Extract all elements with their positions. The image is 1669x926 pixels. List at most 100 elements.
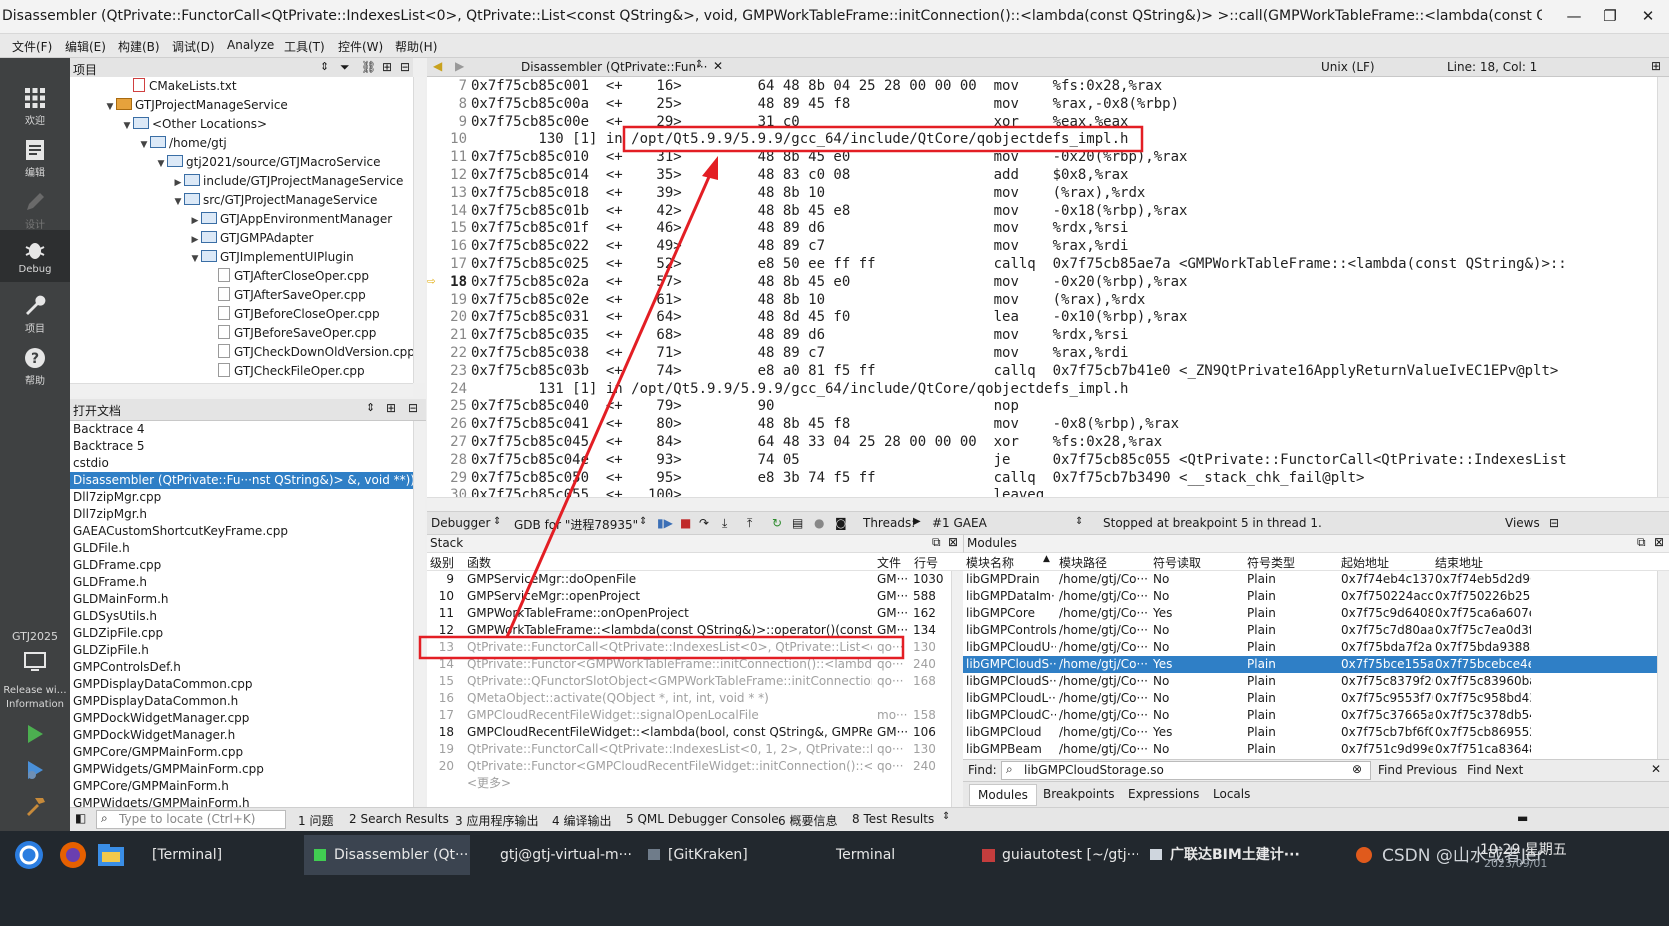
task-disassembler[interactable]: Disassembler (Qt··· bbox=[304, 835, 470, 875]
deepin-launcher-icon[interactable] bbox=[14, 840, 44, 870]
project-tree-hscroll[interactable] bbox=[70, 383, 413, 397]
thread-dropdown-icon[interactable]: ⇕ bbox=[1075, 516, 1083, 527]
disassembly-line[interactable]: 0x7f75cb85c018 <+ 39> 48 8b 10 mov (%rax… bbox=[471, 185, 1657, 203]
sort-icon[interactable]: ⇕ bbox=[320, 60, 329, 73]
tree-item[interactable]: ▼ <Other Locations> bbox=[121, 115, 267, 134]
open-document-item[interactable]: GMPDockWidgetManager.h bbox=[70, 727, 413, 744]
disassembly-line[interactable]: 0x7f75cb85c00e <+ 29> 31 c0 xor %eax,%ea… bbox=[471, 114, 1657, 132]
mode-help[interactable]: ? 帮助 bbox=[0, 346, 70, 387]
progress-icon[interactable]: ▬ bbox=[1517, 811, 1528, 825]
kit-selector[interactable] bbox=[0, 650, 70, 676]
tree-item[interactable]: GTJBeforeCloseOper.cpp bbox=[206, 305, 380, 324]
disassembly-line[interactable]: 0x7f75cb85c050 <+ 95> e8 3b 74 f5 ff cal… bbox=[471, 470, 1657, 488]
disassembly-line[interactable]: 0x7f75cb85c04e <+ 93> 74 05 je 0x7f75cb8… bbox=[471, 452, 1657, 470]
menu-edit[interactable]: 编辑(E) bbox=[65, 38, 106, 55]
menu-build[interactable]: 构建(B) bbox=[118, 38, 160, 55]
close-pane-icon[interactable]: ⊟ bbox=[408, 401, 418, 415]
open-document-item[interactable]: Dll7zipMgr.cpp bbox=[70, 489, 413, 506]
more-panes-icon[interactable]: ⇕ bbox=[942, 811, 950, 822]
output-pane-issues[interactable]: 1 问题 bbox=[298, 812, 333, 829]
link-icon[interactable]: ⛓ bbox=[361, 60, 376, 74]
stack-frame-row[interactable]: <更多> bbox=[427, 775, 951, 792]
views-menu-icon[interactable]: ⊟ bbox=[1549, 516, 1559, 530]
task-ssh[interactable]: gtj@gtj-virtual-m··· bbox=[474, 835, 636, 875]
stack-frame-row[interactable]: 12 GMPWorkTableFrame::<lambda(const QStri… bbox=[427, 622, 951, 639]
debugger-mode[interactable]: Debugger bbox=[431, 516, 490, 530]
open-document-item[interactable]: Backtrace 5 bbox=[70, 438, 413, 455]
module-row[interactable]: libGMPCloudS···/home/gtj/Co··· No Plain 0x7… bbox=[963, 673, 1657, 690]
tree-item[interactable]: GTJCheckFileOper.cpp bbox=[206, 362, 365, 381]
camera-icon[interactable]: ◙ bbox=[835, 516, 847, 530]
module-row[interactable]: libGMPControls/home/gtj/Co··· No Plain 0x7f… bbox=[963, 622, 1657, 639]
expanded-arrow-icon[interactable]: ▼ bbox=[138, 136, 150, 155]
run-button[interactable] bbox=[0, 722, 70, 748]
expanded-arrow-icon[interactable]: ▼ bbox=[172, 193, 184, 212]
output-pane-qml[interactable]: 5 QML Debugger Console bbox=[626, 812, 779, 826]
tree-item[interactable]: ▶ include/GTJProjectManageService bbox=[172, 172, 403, 191]
debug-run-button[interactable] bbox=[0, 758, 70, 784]
module-row[interactable]: libGMPDataIm···/home/gtj/Co··· No Plain 0x7… bbox=[963, 588, 1657, 605]
open-document-item[interactable]: GAEACustomShortcutKeyFrame.cpp bbox=[70, 523, 413, 540]
col-symbols-type[interactable]: 符号类型 bbox=[1247, 554, 1295, 571]
open-document-item[interactable]: GMPWidgets/GMPMainForm.cpp bbox=[70, 761, 413, 778]
col-level[interactable]: 级别 bbox=[430, 554, 454, 571]
stack-frame-row[interactable]: 14 QtPrivate::Functor<GMPWorkTableFrame::… bbox=[427, 656, 951, 673]
open-document-item[interactable]: GLDZipFile.cpp bbox=[70, 625, 413, 642]
views-button[interactable]: Views bbox=[1505, 516, 1540, 530]
mode-debug[interactable]: Debug bbox=[0, 230, 70, 282]
stop-icon[interactable]: ■ bbox=[680, 516, 691, 530]
split-icon[interactable]: ⊞ bbox=[386, 401, 396, 415]
find-input[interactable]: ⌕ libGMPCloudStorage.so ⊗ bbox=[1001, 761, 1371, 780]
disassembler-editor[interactable]: 7 0x7f75cb85c001 <+ 16> 64 48 8b 04 25 28… bbox=[427, 77, 1669, 503]
minimize-button[interactable]: — bbox=[1556, 4, 1592, 28]
record-icon[interactable]: ● bbox=[814, 516, 824, 530]
split-editor-icon[interactable]: ⊞ bbox=[1651, 59, 1661, 73]
col-start-address[interactable]: 起始地址 bbox=[1341, 554, 1389, 571]
disassembly-line[interactable]: 0x7f75cb85c02a <+ 57> 48 8b 45 e0 mov -0… bbox=[471, 274, 1657, 292]
disassembly-line[interactable]: 0x7f75cb85c025 <+ 52> e8 50 ee ff ff cal… bbox=[471, 256, 1657, 274]
tree-item[interactable]: ▼ GTJProjectManageService bbox=[104, 96, 288, 115]
col-module-name[interactable]: 模块名称 bbox=[966, 554, 1014, 571]
output-pane-compile[interactable]: 4 编译输出 bbox=[552, 812, 611, 829]
task-terminal-1[interactable]: [Terminal] bbox=[138, 835, 300, 875]
col-function[interactable]: 函数 bbox=[467, 554, 491, 571]
mode-edit[interactable]: 编辑 bbox=[0, 138, 70, 179]
task-gitkraken[interactable]: [GitKraken] bbox=[640, 835, 802, 875]
output-pane-tests[interactable]: 8 Test Results bbox=[852, 812, 934, 826]
disassembly-line[interactable]: 0x7f75cb85c010 <+ 31> 48 8b 45 e0 mov -0… bbox=[471, 149, 1657, 167]
menu-widgets[interactable]: 控件(W) bbox=[338, 38, 383, 55]
close-pane-icon[interactable]: ⊟ bbox=[400, 60, 410, 74]
disassembly-line[interactable]: 0x7f75cb85c03b <+ 74> e8 a0 81 f5 ff cal… bbox=[471, 363, 1657, 381]
float-icon[interactable]: ⧉ bbox=[1637, 535, 1646, 550]
engine-dropdown-icon[interactable]: ⇕ bbox=[639, 516, 647, 527]
expanded-arrow-icon[interactable]: ▼ bbox=[189, 250, 201, 269]
tab-modules[interactable]: Modules bbox=[969, 784, 1037, 806]
firefox-icon[interactable] bbox=[58, 840, 88, 870]
expanded-arrow-icon[interactable]: ▼ bbox=[155, 155, 167, 174]
disassembly-line[interactable]: 0x7f75cb85c001 <+ 16> 64 48 8b 04 25 28 … bbox=[471, 78, 1657, 96]
tree-item[interactable]: ▶ GTJGMPAdapter bbox=[189, 229, 313, 248]
tree-item[interactable]: GTJAfterSaveOper.cpp bbox=[206, 286, 366, 305]
locator-input[interactable]: ⌕ Type to locate (Ctrl+K) bbox=[96, 810, 286, 829]
tab-dropdown-icon[interactable]: ⇕ bbox=[695, 59, 703, 70]
col-end-address[interactable]: 结束地址 bbox=[1435, 554, 1483, 571]
tray-icon[interactable] bbox=[1356, 847, 1372, 863]
stack-scrollbar[interactable] bbox=[951, 571, 963, 807]
float-icon[interactable]: ⧉ bbox=[932, 535, 941, 550]
col-module-path[interactable]: 模块路径 bbox=[1059, 554, 1107, 571]
toggle-sidebar-icon[interactable]: ◧ bbox=[75, 811, 86, 825]
output-pane-general[interactable]: 6 概要信息 bbox=[778, 812, 837, 829]
open-document-item[interactable]: GMPControlsDef.h bbox=[70, 659, 413, 676]
open-document-item[interactable]: GLDSysUtils.h bbox=[70, 608, 413, 625]
mode-design[interactable]: 设计 bbox=[0, 190, 70, 231]
debug-engine[interactable]: GDB for "进程78935" bbox=[514, 516, 638, 533]
disassembly-line[interactable]: 0x7f75cb85c040 <+ 79> 90 nop bbox=[471, 398, 1657, 416]
tree-item[interactable]: ▼ /home/gtj bbox=[138, 134, 227, 153]
stack-frame-row[interactable]: 19 QtPrivate::FunctorCall<QtPrivate::Inde… bbox=[427, 741, 951, 758]
back-arrow-icon[interactable]: ◀ bbox=[433, 59, 442, 73]
module-row[interactable]: libGMPCloudS···/home/gtj/Co··· Yes Plain 0x… bbox=[963, 656, 1657, 673]
open-document-item[interactable]: cstdio bbox=[70, 455, 413, 472]
open-document-item[interactable]: GMPDisplayDataCommon.h bbox=[70, 693, 413, 710]
module-row[interactable]: libGMPCloudU···/home/gtj/Co··· No Plain 0x7… bbox=[963, 639, 1657, 656]
col-symbols-read[interactable]: 符号读取 bbox=[1153, 554, 1201, 571]
